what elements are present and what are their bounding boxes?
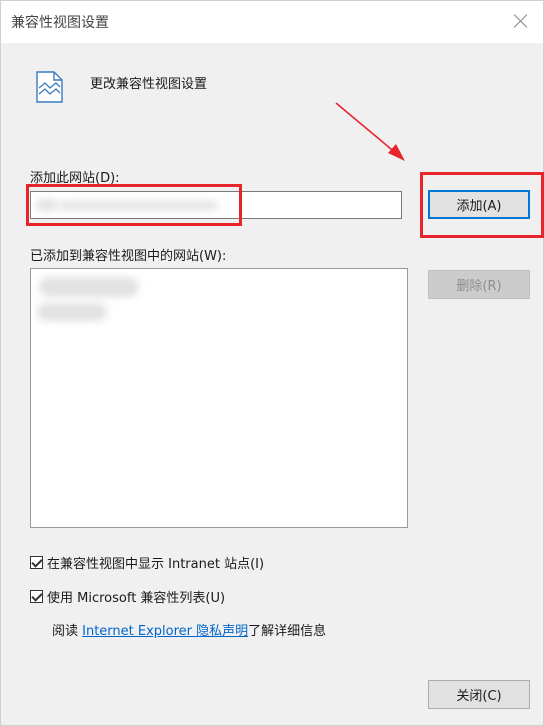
close-button[interactable]: 关闭(C) <box>428 680 530 709</box>
add-site-input[interactable] <box>30 191 402 219</box>
add-site-label: 添加此网站(D): <box>30 171 120 186</box>
add-button[interactable]: 添加(A) <box>428 190 530 219</box>
sites-list-label: 已添加到兼容性视图中的网站(W): <box>30 249 227 264</box>
microsoft-list-checkbox[interactable] <box>30 590 43 603</box>
read-suffix: 了解详细信息 <box>248 624 327 639</box>
document-icon <box>36 71 63 103</box>
redacted-blur <box>37 303 107 321</box>
compat-sites-list[interactable] <box>30 268 408 528</box>
remove-button[interactable]: 删除(R) <box>428 270 530 299</box>
microsoft-list-label: 使用 Microsoft 兼容性列表(U) <box>47 591 226 606</box>
show-intranet-label: 在兼容性视图中显示 Intranet 站点(I) <box>47 557 265 572</box>
privacy-info-line: 阅读 Internet Explorer 隐私声明了解详细信息 <box>52 620 326 639</box>
show-intranet-checkbox[interactable] <box>30 556 43 569</box>
redacted-blur <box>39 277 139 297</box>
read-prefix: 阅读 <box>52 624 83 639</box>
window-title: 兼容性视图设置 <box>11 15 109 31</box>
microsoft-list-option[interactable]: 使用 Microsoft 兼容性列表(U) <box>30 587 225 606</box>
title-bar: 兼容性视图设置 <box>1 1 543 43</box>
close-icon[interactable] <box>513 13 529 29</box>
show-intranet-option[interactable]: 在兼容性视图中显示 Intranet 站点(I) <box>30 553 264 572</box>
dialog-heading: 更改兼容性视图设置 <box>90 77 208 92</box>
privacy-statement-link[interactable]: Internet Explorer 隐私声明 <box>82 624 248 639</box>
